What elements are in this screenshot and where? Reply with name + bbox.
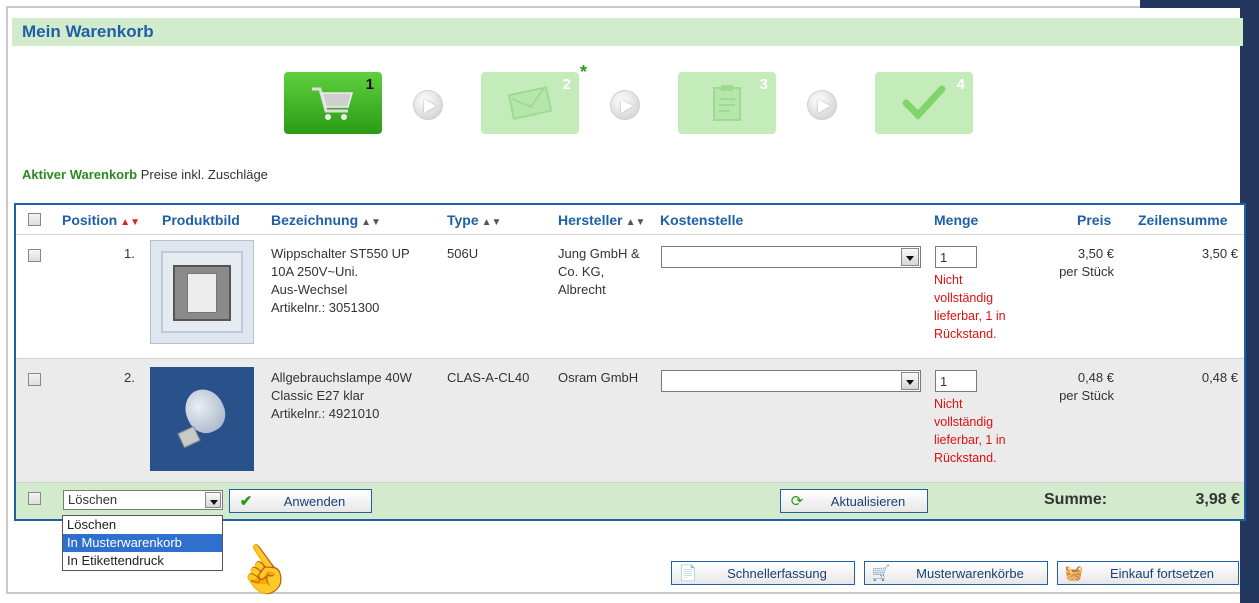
quantity-input[interactable]: 1 — [935, 370, 977, 392]
step-confirm[interactable]: 4 — [875, 72, 973, 134]
row-manufacturer: Jung GmbH & Co. KG, Albrecht — [558, 246, 640, 297]
cart-table: Position ▲▼ Produktbild Bezeichnung ▲▼ Typ… — [14, 203, 1246, 521]
table-header: Position ▲▼ Produktbild Bezeichnung ▲▼ Typ… — [16, 205, 1244, 235]
dropdown-option[interactable]: In Etikettendruck — [63, 552, 222, 570]
step-number: 3 — [759, 76, 768, 93]
step-arrow-icon — [610, 90, 640, 120]
refresh-button[interactable]: ⟳ Aktualisieren — [780, 489, 928, 513]
sort-icon: ▲▼ — [625, 217, 646, 228]
header-manufacturer[interactable]: Hersteller ▲▼ — [558, 212, 645, 228]
sort-icon: ▲▼ — [361, 217, 381, 228]
chevron-down-icon[interactable] — [205, 492, 221, 508]
header-position[interactable]: Position ▲▼ — [62, 212, 140, 228]
sort-icon: ▲▼ — [120, 217, 141, 228]
header-designation[interactable]: Bezeichnung ▲▼ — [271, 212, 381, 228]
page-title: Mein Warenkorb — [22, 22, 154, 41]
step-number: 1 — [365, 76, 374, 93]
header-cost-center: Kostenstelle — [660, 212, 744, 228]
header-type[interactable]: Type ▲▼ — [447, 212, 501, 228]
step-number: 2 — [562, 76, 571, 93]
availability-warning: Nicht vollständig lieferbar, 1 in Rückst… — [934, 397, 1006, 465]
header-line-total: Zeilensumme — [1138, 212, 1228, 228]
row-type: 506U — [447, 246, 479, 261]
step-address[interactable]: 2 * — [481, 62, 587, 134]
footer-checkbox[interactable] — [28, 492, 41, 505]
row-checkbox[interactable] — [28, 373, 41, 386]
light-bulb-product-image[interactable] — [150, 367, 254, 471]
row-price: 0,48 € per Stück — [1059, 370, 1114, 403]
checkout-steps: 1 2 * 3 4 — [0, 62, 1259, 136]
step-cart[interactable]: 1 — [284, 72, 382, 134]
cost-center-select[interactable] — [661, 370, 921, 392]
chevron-down-icon[interactable] — [901, 248, 919, 266]
header-quantity: Menge — [934, 212, 979, 228]
row-price: 3,50 € per Stück — [1059, 246, 1114, 279]
cart-template-icon: 🛒 — [871, 565, 891, 582]
action-dropdown-list: Löschen In Musterwarenkorb In Etikettend… — [62, 515, 223, 571]
row-designation: Allgebrauchslampe 40W Classic E27 klar A… — [271, 370, 412, 421]
sample-carts-button[interactable]: 🛒 Musterwarenkörbe — [864, 561, 1048, 585]
dropdown-option-selected[interactable]: In Musterwarenkorb — [63, 534, 222, 552]
row-line-total: 0,48 € — [1201, 370, 1238, 385]
row-position: 2. — [124, 370, 135, 385]
basket-icon: 🧺 — [1064, 565, 1084, 582]
row-checkbox[interactable] — [28, 249, 41, 262]
row-manufacturer: Osram GmbH — [558, 370, 639, 385]
step-review[interactable]: 3 — [678, 72, 776, 134]
action-select[interactable]: Löschen — [63, 490, 223, 510]
header-image: Produktbild — [162, 212, 240, 228]
required-star: * — [579, 62, 587, 82]
sum-label: Summe: — [1044, 491, 1108, 508]
quick-entry-button[interactable]: 📄 Schnellerfassung — [671, 561, 855, 585]
chevron-down-icon[interactable] — [901, 372, 919, 390]
page-title-bar: Mein Warenkorb — [12, 18, 1243, 46]
document-icon: 📄 — [678, 565, 698, 582]
table-row: 2. Allgebrauchslampe 40W Classic E27 kla… — [16, 359, 1244, 483]
cart-heading: Aktiver Warenkorb Preise inkl. Zuschläge — [22, 167, 268, 182]
table-footer: Löschen ✔ Anwenden ⟳ Aktualisieren Summe… — [16, 483, 1244, 519]
active-cart-label: Aktiver Warenkorb — [22, 167, 138, 182]
apply-button[interactable]: ✔ Anwenden — [229, 489, 372, 513]
dropdown-option[interactable]: Löschen — [63, 516, 222, 534]
continue-shopping-button[interactable]: 🧺 Einkauf fortsetzen — [1057, 561, 1239, 585]
cost-center-select[interactable] — [661, 246, 921, 268]
row-line-total: 3,50 € — [1201, 246, 1238, 261]
sort-icon: ▲▼ — [481, 217, 502, 228]
refresh-icon: ⟳ — [790, 493, 804, 510]
sum-value: 3,98 € — [1195, 491, 1240, 508]
row-type: CLAS-A-CL40 — [447, 370, 530, 385]
quantity-input[interactable]: 1 — [935, 246, 977, 268]
checkmark-icon: ✔ — [239, 493, 253, 510]
header-price: Preis — [1077, 212, 1112, 228]
prices-note: Preise inkl. Zuschläge — [140, 167, 268, 182]
table-row: 1. Wippschalter ST550 UP 10A 250V~Uni. A… — [16, 235, 1244, 359]
select-all-checkbox[interactable] — [28, 213, 41, 226]
step-arrow-icon — [413, 90, 443, 120]
availability-warning: Nicht vollständig lieferbar, 1 in Rückst… — [934, 273, 1006, 341]
row-position: 1. — [124, 246, 135, 261]
row-designation: Wippschalter ST550 UP 10A 250V~Uni. Aus-… — [271, 246, 410, 315]
step-arrow-icon — [807, 90, 837, 120]
wall-switch-product-image[interactable] — [150, 240, 254, 344]
step-number: 4 — [956, 76, 965, 93]
